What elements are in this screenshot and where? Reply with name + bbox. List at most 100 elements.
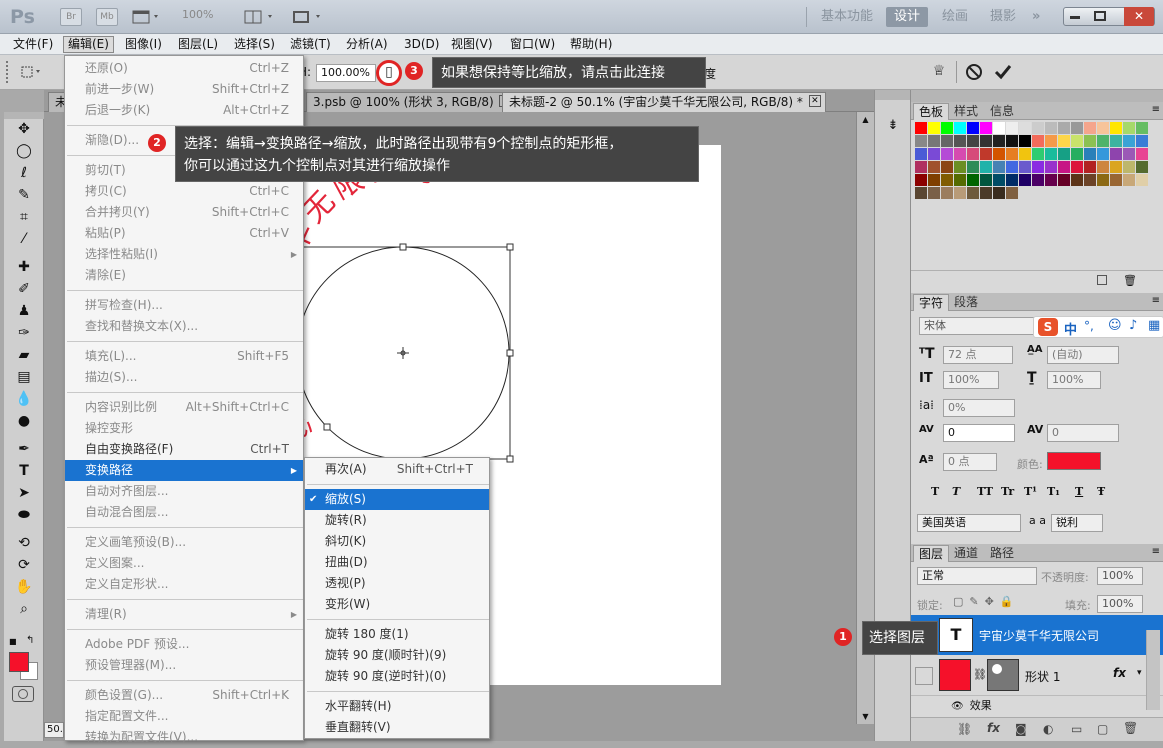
- color-swatch[interactable]: [941, 161, 953, 173]
- menu-layer[interactable]: 图层(L): [174, 36, 222, 53]
- color-swatch[interactable]: [1071, 148, 1083, 160]
- color-swatch[interactable]: [941, 135, 953, 147]
- 3d-orbit-tool-icon[interactable]: ⟳: [4, 554, 44, 576]
- chain-link-icon[interactable]: ⛓: [973, 668, 987, 681]
- history-panel-icon[interactable]: ⇟: [883, 118, 903, 136]
- menu-select[interactable]: 选择(S): [230, 36, 279, 53]
- color-swatch[interactable]: [1136, 174, 1148, 186]
- tab-swatches[interactable]: 色板: [913, 103, 950, 120]
- shape-tool-icon[interactable]: ⬬: [4, 504, 44, 526]
- tab-character[interactable]: 字符: [913, 294, 950, 311]
- warp-mode-icon[interactable]: ♕: [930, 63, 948, 81]
- color-swatch[interactable]: [1045, 135, 1057, 147]
- subscript-button[interactable]: T₁: [1047, 485, 1060, 498]
- zoom-level-display[interactable]: 100%: [182, 8, 213, 21]
- color-swatch[interactable]: [1123, 174, 1135, 186]
- color-swatch[interactable]: [1019, 174, 1031, 186]
- color-swatch[interactable]: [980, 135, 992, 147]
- quick-selection-tool-icon[interactable]: ✎: [4, 184, 44, 206]
- small-caps-button[interactable]: Tr: [1001, 485, 1014, 498]
- edit-menu-item[interactable]: Adobe PDF 预设...: [65, 634, 303, 655]
- color-swatch[interactable]: [1071, 122, 1083, 134]
- menu-3d[interactable]: 3D(D): [400, 36, 443, 53]
- panel-menu-icon[interactable]: ≡: [1152, 295, 1160, 306]
- color-swatch[interactable]: [1032, 122, 1044, 134]
- color-swatch[interactable]: [1032, 148, 1044, 160]
- color-swatch[interactable]: [1032, 135, 1044, 147]
- menu-filter[interactable]: 滤镜(T): [286, 36, 335, 53]
- foreground-color-swatch[interactable]: [9, 652, 29, 672]
- layer-name[interactable]: 形状 1: [1025, 668, 1060, 685]
- edit-menu-item[interactable]: 变换路径 ▶: [65, 460, 303, 481]
- new-swatch-icon[interactable]: [1097, 275, 1107, 285]
- color-swatch[interactable]: [941, 122, 953, 134]
- color-swatch[interactable]: [967, 174, 979, 186]
- effects-visibility-icon[interactable]: 👁: [951, 701, 964, 712]
- gradient-tool-icon[interactable]: ▤: [4, 366, 44, 388]
- panel-menu-icon[interactable]: ≡: [1152, 546, 1160, 557]
- cancel-transform-icon[interactable]: [965, 63, 983, 81]
- lock-icons[interactable]: ▢✎✥🔒: [953, 595, 1020, 608]
- edit-menu-item[interactable]: 清除(E): [65, 265, 303, 286]
- color-swatch[interactable]: [928, 174, 940, 186]
- path-anchor-point[interactable]: [323, 423, 331, 431]
- underline-button[interactable]: T: [1075, 485, 1083, 498]
- color-swatch[interactable]: [1058, 148, 1070, 160]
- blur-tool-icon[interactable]: 💧: [4, 388, 44, 410]
- color-swatch[interactable]: [1097, 174, 1109, 186]
- transform-menu-item[interactable]: 水平翻转(H): [305, 696, 489, 717]
- transform-menu-item[interactable]: 旋转 180 度(1): [305, 624, 489, 645]
- color-swatch[interactable]: [1123, 122, 1135, 134]
- color-swatch[interactable]: [1006, 161, 1018, 173]
- color-swatch[interactable]: [1071, 174, 1083, 186]
- link-aspect-ratio-icon[interactable]: ▯: [376, 60, 402, 86]
- color-swatch[interactable]: [1058, 174, 1070, 186]
- color-swatch[interactable]: [1019, 148, 1031, 160]
- ime-keyboard-icon[interactable]: ▦: [1148, 318, 1160, 333]
- ime-emoji-icon[interactable]: ☺: [1108, 318, 1122, 333]
- edit-menu-item[interactable]: 自动对齐图层...: [65, 481, 303, 502]
- transform-menu-item[interactable]: 旋转 90 度(顺时针)(9): [305, 645, 489, 666]
- minimize-icon[interactable]: [1070, 16, 1080, 19]
- color-swatch[interactable]: [941, 148, 953, 160]
- color-swatch[interactable]: [1006, 135, 1018, 147]
- font-family-select[interactable]: 宋体: [919, 317, 1039, 335]
- lasso-tool-icon[interactable]: ℓ: [4, 162, 44, 184]
- move-tool-icon[interactable]: ✥: [4, 118, 44, 140]
- crop-tool-icon[interactable]: ⌗: [4, 206, 44, 228]
- menu-edit[interactable]: 编辑(E): [63, 36, 114, 53]
- edit-menu-item[interactable]: 拼写检查(H)...: [65, 295, 303, 316]
- menu-view[interactable]: 视图(V): [447, 36, 497, 53]
- quick-mask-icon[interactable]: [12, 686, 34, 702]
- color-swatch[interactable]: [941, 174, 953, 186]
- color-swatch[interactable]: [1045, 148, 1057, 160]
- close-icon[interactable]: ✕: [1124, 7, 1154, 26]
- opacity-input[interactable]: 100%: [1097, 567, 1143, 585]
- edit-menu-item[interactable]: 清理(R) ▶: [65, 604, 303, 625]
- clone-stamp-tool-icon[interactable]: ♟: [4, 300, 44, 322]
- color-swatch[interactable]: [1006, 187, 1018, 199]
- color-swatch[interactable]: [954, 187, 966, 199]
- layers-scrollbar[interactable]: [1146, 630, 1160, 710]
- zoom-tool-icon[interactable]: ⌕: [4, 598, 44, 620]
- color-swatch[interactable]: [980, 187, 992, 199]
- default-colors-icon[interactable]: ■: [9, 637, 19, 646]
- edit-menu-item[interactable]: 指定配置文件...: [65, 706, 303, 727]
- color-swatch[interactable]: [993, 187, 1005, 199]
- edit-menu-item[interactable]: 转换为配置文件(V)...: [65, 727, 303, 748]
- bridge-button[interactable]: Br: [60, 8, 82, 26]
- kerning-input[interactable]: 0: [943, 424, 1015, 442]
- color-swatch[interactable]: [1019, 122, 1031, 134]
- color-swatch[interactable]: [1084, 122, 1096, 134]
- document-tab-2[interactable]: 3.psb @ 100% (形状 3, RGB/8) ✕: [306, 92, 515, 112]
- transform-handle-top-right[interactable]: [506, 243, 514, 251]
- history-brush-tool-icon[interactable]: ✑: [4, 322, 44, 344]
- pen-tool-icon[interactable]: ✒: [4, 438, 44, 460]
- color-swatch[interactable]: [1045, 174, 1057, 186]
- tsume-input[interactable]: 0%: [943, 399, 1015, 417]
- transform-menu-item[interactable]: 透视(P): [305, 573, 489, 594]
- color-swatch[interactable]: [954, 122, 966, 134]
- hand-tool-icon[interactable]: ✋: [4, 576, 44, 598]
- color-swatch[interactable]: [928, 135, 940, 147]
- color-swatch[interactable]: [954, 161, 966, 173]
